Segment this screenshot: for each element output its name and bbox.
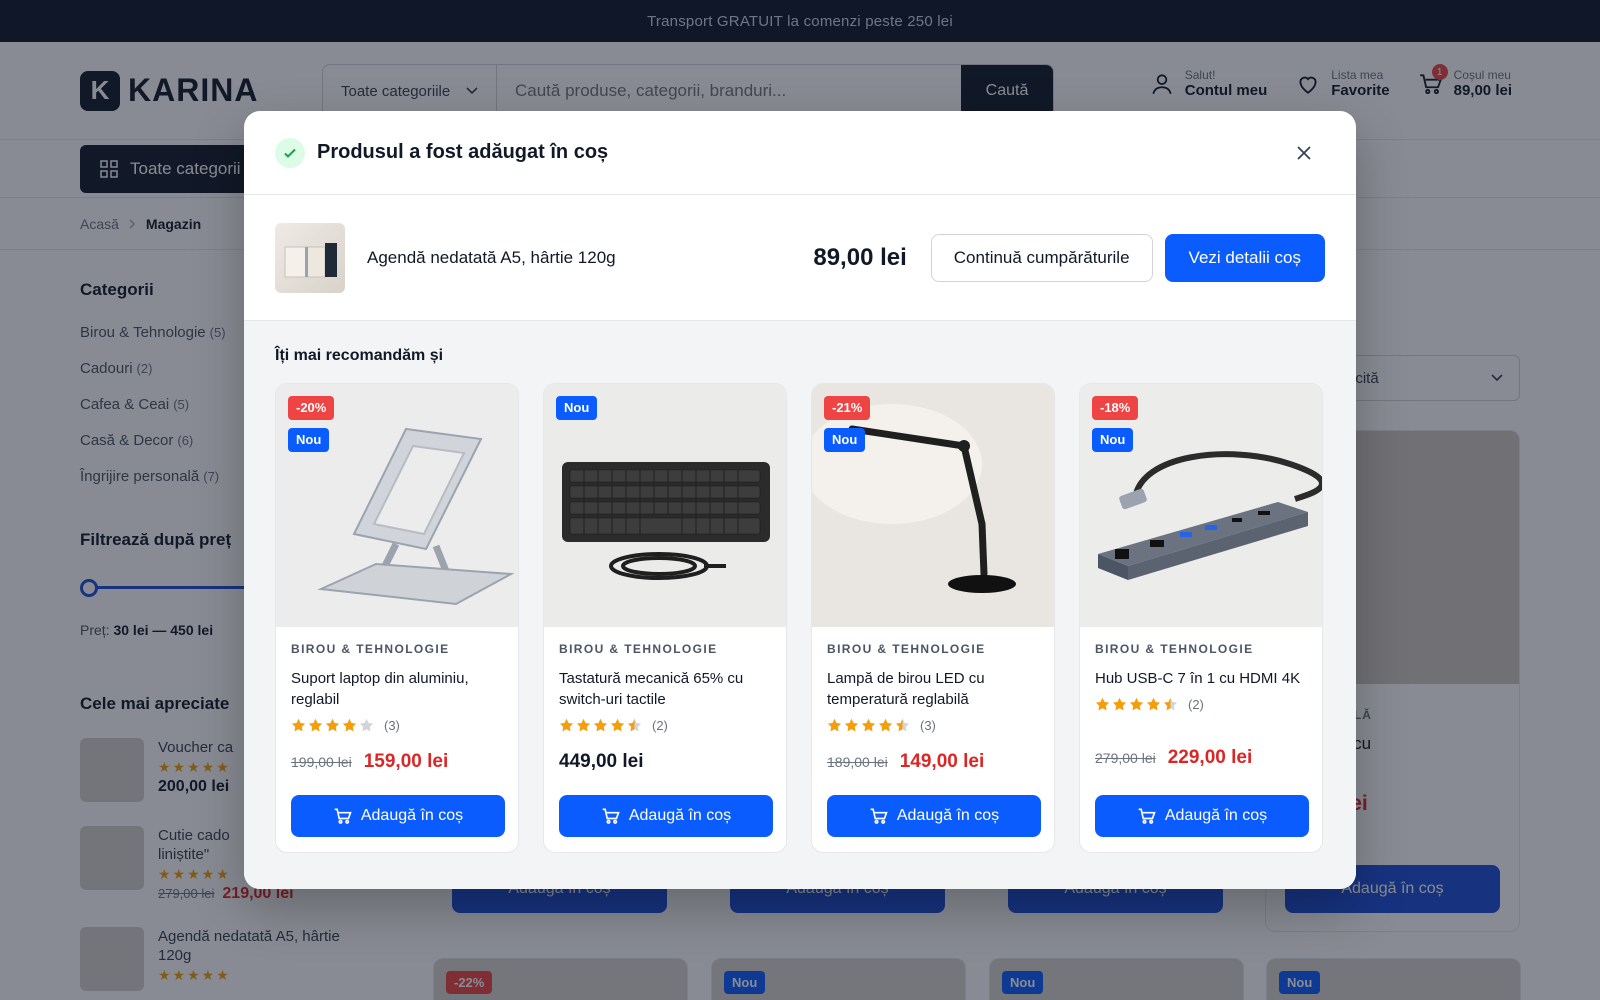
star-icon: [1095, 697, 1110, 711]
keyboard-icon: [544, 384, 786, 627]
product-price: 199,00 lei 159,00 lei: [291, 751, 503, 773]
star-icon: [291, 718, 306, 732]
add-to-cart-button[interactable]: Adaugă în coș: [1095, 795, 1309, 837]
product-card[interactable]: -18% Nou BIROU & TEHNOLOGIE Hub USB-C 7 …: [1079, 383, 1323, 853]
continue-shopping-button[interactable]: Continuă cumpărăturile: [930, 233, 1153, 282]
product-name[interactable]: Suport laptop din aluminiu, reglabil: [291, 668, 503, 710]
product-image: Nou: [544, 384, 786, 627]
new-badge: Nou: [1092, 428, 1134, 452]
recommendations-title: Îți mai recomandăm și: [275, 347, 444, 364]
product-card[interactable]: -20% Nou BIROU & TEHNOLOGIE Suport lapto…: [275, 383, 519, 853]
added-product-price: 89,00 lei: [813, 243, 907, 271]
modal-title: Produsul a fost adăugat în coș: [317, 141, 609, 163]
product-rating: (3): [291, 718, 503, 733]
add-to-cart-label: Adaugă în coș: [896, 807, 1000, 824]
product-price: 279,00 lei 229,00 lei: [1095, 747, 1307, 769]
review-count: (3): [920, 718, 936, 733]
modal-header: Produsul a fost adăugat în coș: [244, 111, 1356, 195]
product-rating: (2): [1095, 697, 1307, 712]
star-icon: [878, 718, 893, 732]
cart-icon: [870, 808, 888, 824]
notebook-thumbnail: [275, 222, 345, 293]
review-count: (2): [1188, 697, 1204, 712]
add-to-cart-label: Adaugă în coș: [360, 807, 464, 824]
view-cart-button[interactable]: Vezi detalii coș: [1164, 233, 1325, 282]
add-to-cart-button[interactable]: Adaugă în coș: [559, 795, 773, 837]
add-to-cart-button[interactable]: Adaugă în coș: [827, 795, 1041, 837]
star-icon: [576, 718, 591, 732]
star-icon: [1146, 697, 1161, 711]
product-category: BIROU & TEHNOLOGIE: [827, 642, 986, 656]
star-half-icon: [895, 718, 910, 732]
review-count: (3): [384, 718, 400, 733]
added-product-name: Agendă nedatată A5, hârtie 120g: [367, 247, 616, 267]
product-image: -18% Nou: [1080, 384, 1322, 627]
star-half-icon: [627, 718, 642, 732]
star-icon: [342, 718, 357, 732]
star-icon: [844, 718, 859, 732]
product-category: BIROU & TEHNOLOGIE: [291, 642, 450, 656]
product-image: -20% Nou: [276, 384, 518, 627]
sale-price: 159,00 lei: [363, 751, 449, 772]
cart-icon: [1138, 808, 1156, 824]
star-icon: [610, 718, 625, 732]
close-icon[interactable]: [1292, 141, 1316, 165]
old-price: 279,00 lei: [1095, 750, 1156, 766]
new-badge: Nou: [824, 428, 866, 452]
product-price: 449,00 lei: [559, 751, 771, 773]
product-rating: (3): [827, 718, 1039, 733]
added-to-cart-modal: Produsul a fost adăugat în coș Agendă ne…: [244, 111, 1356, 889]
cart-icon: [602, 808, 620, 824]
discount-badge: -20%: [288, 396, 335, 420]
add-to-cart-label: Adaugă în coș: [628, 807, 732, 824]
sale-price: 229,00 lei: [1167, 747, 1253, 768]
regular-price: 449,00 lei: [559, 751, 644, 772]
product-card[interactable]: -21% Nou BIROU & TEHNOLOGIE Lampă de bir…: [811, 383, 1055, 853]
star-empty-icon: [359, 718, 374, 732]
product-name[interactable]: Lampă de birou LED cu temperatură reglab…: [827, 668, 1039, 710]
added-product-row: Agendă nedatată A5, hârtie 120g 89,00 le…: [244, 195, 1356, 321]
sale-price: 149,00 lei: [899, 751, 985, 772]
check-icon: [275, 137, 305, 168]
add-to-cart-button[interactable]: Adaugă în coș: [291, 795, 505, 837]
product-name[interactable]: Tastatură mecanică 65% cu switch-uri tac…: [559, 668, 771, 710]
star-icon: [308, 718, 323, 732]
star-icon: [559, 718, 574, 732]
star-icon: [1129, 697, 1144, 711]
discount-badge: -21%: [824, 396, 871, 420]
discount-badge: -18%: [1092, 396, 1139, 420]
add-to-cart-label: Adaugă în coș: [1164, 807, 1268, 824]
product-image: -21% Nou: [812, 384, 1054, 627]
product-card[interactable]: Nou BIROU & TEHNOLOGIE Tastatură mecanic…: [543, 383, 787, 853]
review-count: (2): [652, 718, 668, 733]
recommendations: Îți mai recomandăm și -20% Nou BIROU & T…: [244, 321, 1356, 889]
star-icon: [1112, 697, 1127, 711]
star-icon: [325, 718, 340, 732]
old-price: 199,00 lei: [291, 754, 352, 770]
product-rating: (2): [559, 718, 771, 733]
cart-icon: [334, 808, 352, 824]
star-half-icon: [1163, 697, 1178, 711]
product-name[interactable]: Hub USB-C 7 în 1 cu HDMI 4K: [1095, 668, 1307, 689]
new-badge: Nou: [556, 396, 598, 420]
new-badge: Nou: [288, 428, 330, 452]
old-price: 189,00 lei: [827, 754, 888, 770]
product-price: 189,00 lei 149,00 lei: [827, 751, 1039, 773]
star-icon: [861, 718, 876, 732]
star-icon: [593, 718, 608, 732]
product-category: BIROU & TEHNOLOGIE: [1095, 642, 1254, 656]
product-category: BIROU & TEHNOLOGIE: [559, 642, 718, 656]
star-icon: [827, 718, 842, 732]
